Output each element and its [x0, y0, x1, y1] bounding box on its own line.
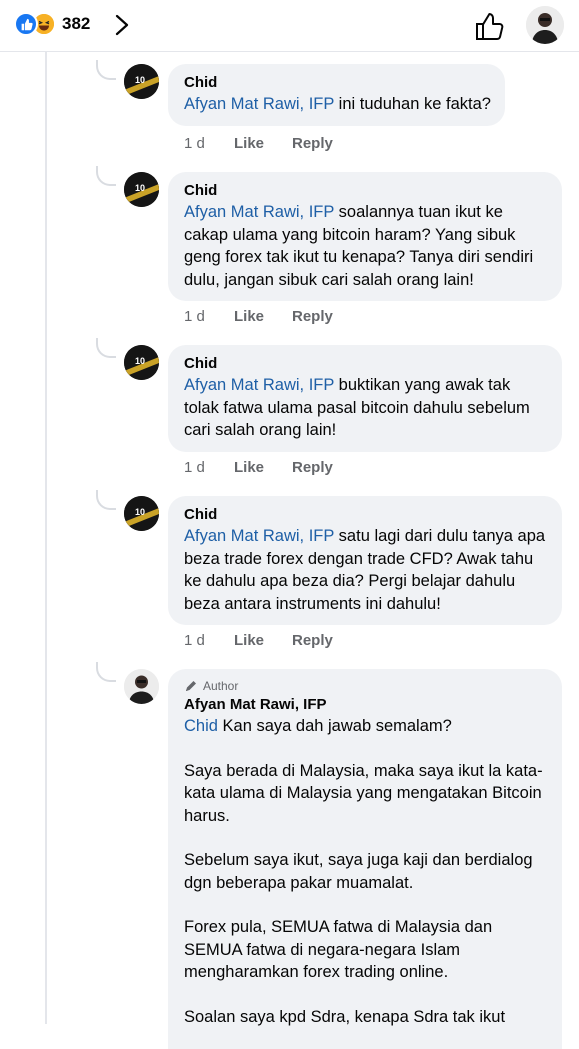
comment-time[interactable]: 1 d: [184, 308, 234, 325]
reply-connector: [96, 166, 116, 186]
svg-text:10: 10: [135, 75, 145, 85]
comment-time[interactable]: 1 d: [184, 632, 234, 649]
comment-text: Afyan Mat Rawi, IFP satu lagi dari dulu …: [184, 525, 548, 615]
reply-button[interactable]: Reply: [292, 632, 333, 649]
mention-link[interactable]: Chid: [184, 717, 218, 735]
comment-text: Afyan Mat Rawi, IFP buktikan yang awak t…: [184, 374, 548, 442]
like-button[interactable]: Like: [234, 459, 292, 476]
avatar[interactable]: 10: [124, 496, 159, 531]
comment-paragraph: Forex pula, SEMUA fatwa di Malaysia dan …: [184, 918, 493, 981]
comment-time[interactable]: 1 d: [184, 135, 234, 152]
reply-button[interactable]: Reply: [292, 308, 333, 325]
avatar[interactable]: 10: [124, 172, 159, 207]
comment-text: Afyan Mat Rawi, IFP soalannya tuan ikut …: [184, 201, 548, 291]
mention-link[interactable]: Afyan Mat Rawi, IFP: [184, 95, 334, 113]
comment-body: ini tuduhan ke fakta?: [334, 95, 491, 113]
author-badge-label: Author: [203, 679, 239, 693]
like-button[interactable]: Like: [234, 632, 292, 649]
mention-link[interactable]: Afyan Mat Rawi, IFP: [184, 376, 334, 394]
reactions-summary[interactable]: 382: [14, 10, 90, 38]
like-button[interactable]: Like: [234, 135, 292, 152]
comment-text: Chid Kan saya dah jawab semalam?: [184, 715, 548, 738]
reactions-header: 382: [0, 0, 579, 52]
comment-author[interactable]: Chid: [184, 73, 491, 93]
reply-button[interactable]: Reply: [292, 135, 333, 152]
like-reaction-icon: [14, 12, 38, 36]
comment-paragraph: Sebelum saya ikut, saya juga kaji dan be…: [184, 851, 533, 892]
comment-actions: 1 d Like Reply: [184, 308, 333, 325]
avatar[interactable]: 10: [124, 64, 159, 99]
reply-connector: [96, 60, 116, 80]
comment-actions: 1 d Like Reply: [184, 135, 333, 152]
reply-button[interactable]: Reply: [292, 459, 333, 476]
mention-link[interactable]: Afyan Mat Rawi, IFP: [184, 203, 334, 221]
comment-bubble: Chid Afyan Mat Rawi, IFP ini tuduhan ke …: [168, 64, 505, 126]
reply-connector: [96, 490, 116, 510]
pencil-icon: [186, 681, 196, 691]
avatar[interactable]: [526, 6, 564, 44]
reply-connector: [96, 338, 116, 358]
chevron-right-icon[interactable]: [112, 13, 132, 37]
reply-connector: [96, 662, 116, 682]
svg-text:10: 10: [135, 356, 145, 366]
avatar[interactable]: 10: [124, 345, 159, 380]
comment-actions: 1 d Like Reply: [184, 459, 333, 476]
comment-paragraph: Soalan saya kpd Sdra, kenapa Sdra tak ik…: [184, 1007, 506, 1026]
comment-bubble: Chid Afyan Mat Rawi, IFP buktikan yang a…: [168, 345, 562, 452]
comment-bubble: Chid Afyan Mat Rawi, IFP satu lagi dari …: [168, 496, 562, 625]
comment-author[interactable]: Chid: [184, 354, 548, 374]
svg-text:10: 10: [135, 183, 145, 193]
comment-author[interactable]: Afyan Mat Rawi, IFP: [184, 695, 548, 715]
comment-bubble: Author Afyan Mat Rawi, IFP Chid Kan saya…: [168, 669, 562, 1049]
comment-author[interactable]: Chid: [184, 505, 548, 525]
avatar[interactable]: [124, 669, 159, 704]
thread-line: [45, 52, 47, 1024]
comment-author[interactable]: Chid: [184, 181, 548, 201]
mention-link[interactable]: Afyan Mat Rawi, IFP: [184, 527, 334, 545]
svg-text:10: 10: [135, 507, 145, 517]
comment-bubble: Chid Afyan Mat Rawi, IFP soalannya tuan …: [168, 172, 562, 301]
like-button[interactable]: Like: [234, 308, 292, 325]
comment-paragraph: Saya berada di Malaysia, maka saya ikut …: [184, 761, 543, 825]
comment-body: Kan saya dah jawab semalam?: [217, 717, 452, 735]
comment-text: Afyan Mat Rawi, IFP ini tuduhan ke fakta…: [184, 93, 491, 116]
comment-actions: 1 d Like Reply: [184, 632, 333, 649]
author-badge: Author: [184, 678, 548, 694]
comment-time[interactable]: 1 d: [184, 459, 234, 476]
thumbs-up-icon[interactable]: [473, 9, 507, 43]
reaction-count: 382: [62, 14, 91, 33]
